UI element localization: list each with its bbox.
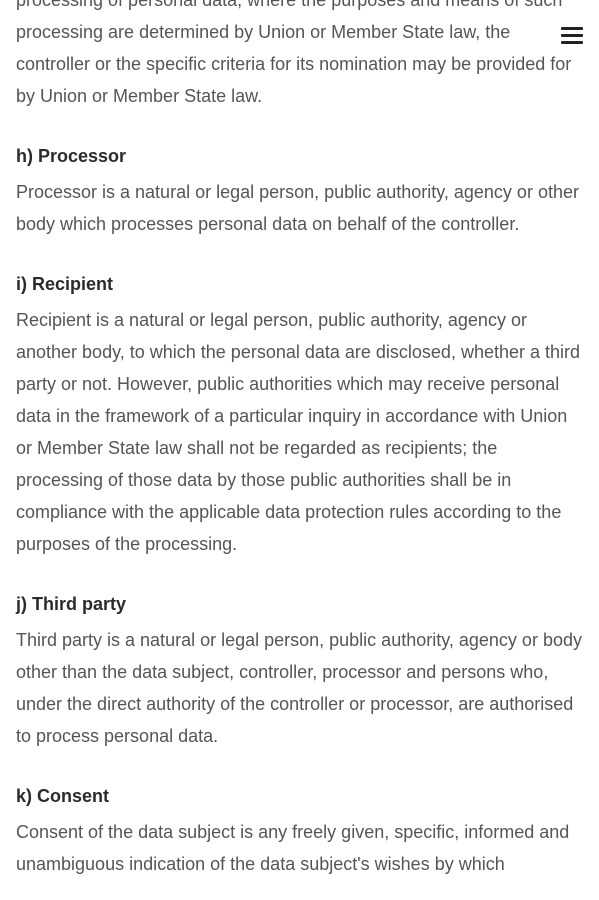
section-recipient: i) Recipient Recipient is a natural or l…	[16, 268, 586, 560]
section-consent: k) Consent Consent of the data subject i…	[16, 780, 586, 880]
section-body: Third party is a natural or legal person…	[16, 630, 582, 746]
section-heading: i) Recipient	[16, 274, 114, 294]
document-content: processing of personal data, where the p…	[16, 0, 586, 880]
menu-bar	[561, 26, 583, 30]
section-heading: k) Consent	[16, 786, 110, 806]
hamburger-menu-icon[interactable]	[561, 22, 585, 48]
section-processor: h) Processor Processor is a natural or l…	[16, 140, 586, 240]
intro-paragraph: processing of personal data, where the p…	[16, 0, 572, 106]
menu-bar	[561, 40, 583, 44]
section-heading: j) Third party	[16, 594, 127, 614]
section-body: Recipient is a natural or legal person, …	[16, 310, 581, 554]
section-body: Processor is a natural or legal person, …	[16, 182, 579, 234]
section-body: Consent of the data subject is any freel…	[16, 822, 570, 874]
section-heading: h) Processor	[16, 146, 127, 166]
menu-bar	[561, 33, 583, 37]
section-third-party: j) Third party Third party is a natural …	[16, 588, 586, 752]
